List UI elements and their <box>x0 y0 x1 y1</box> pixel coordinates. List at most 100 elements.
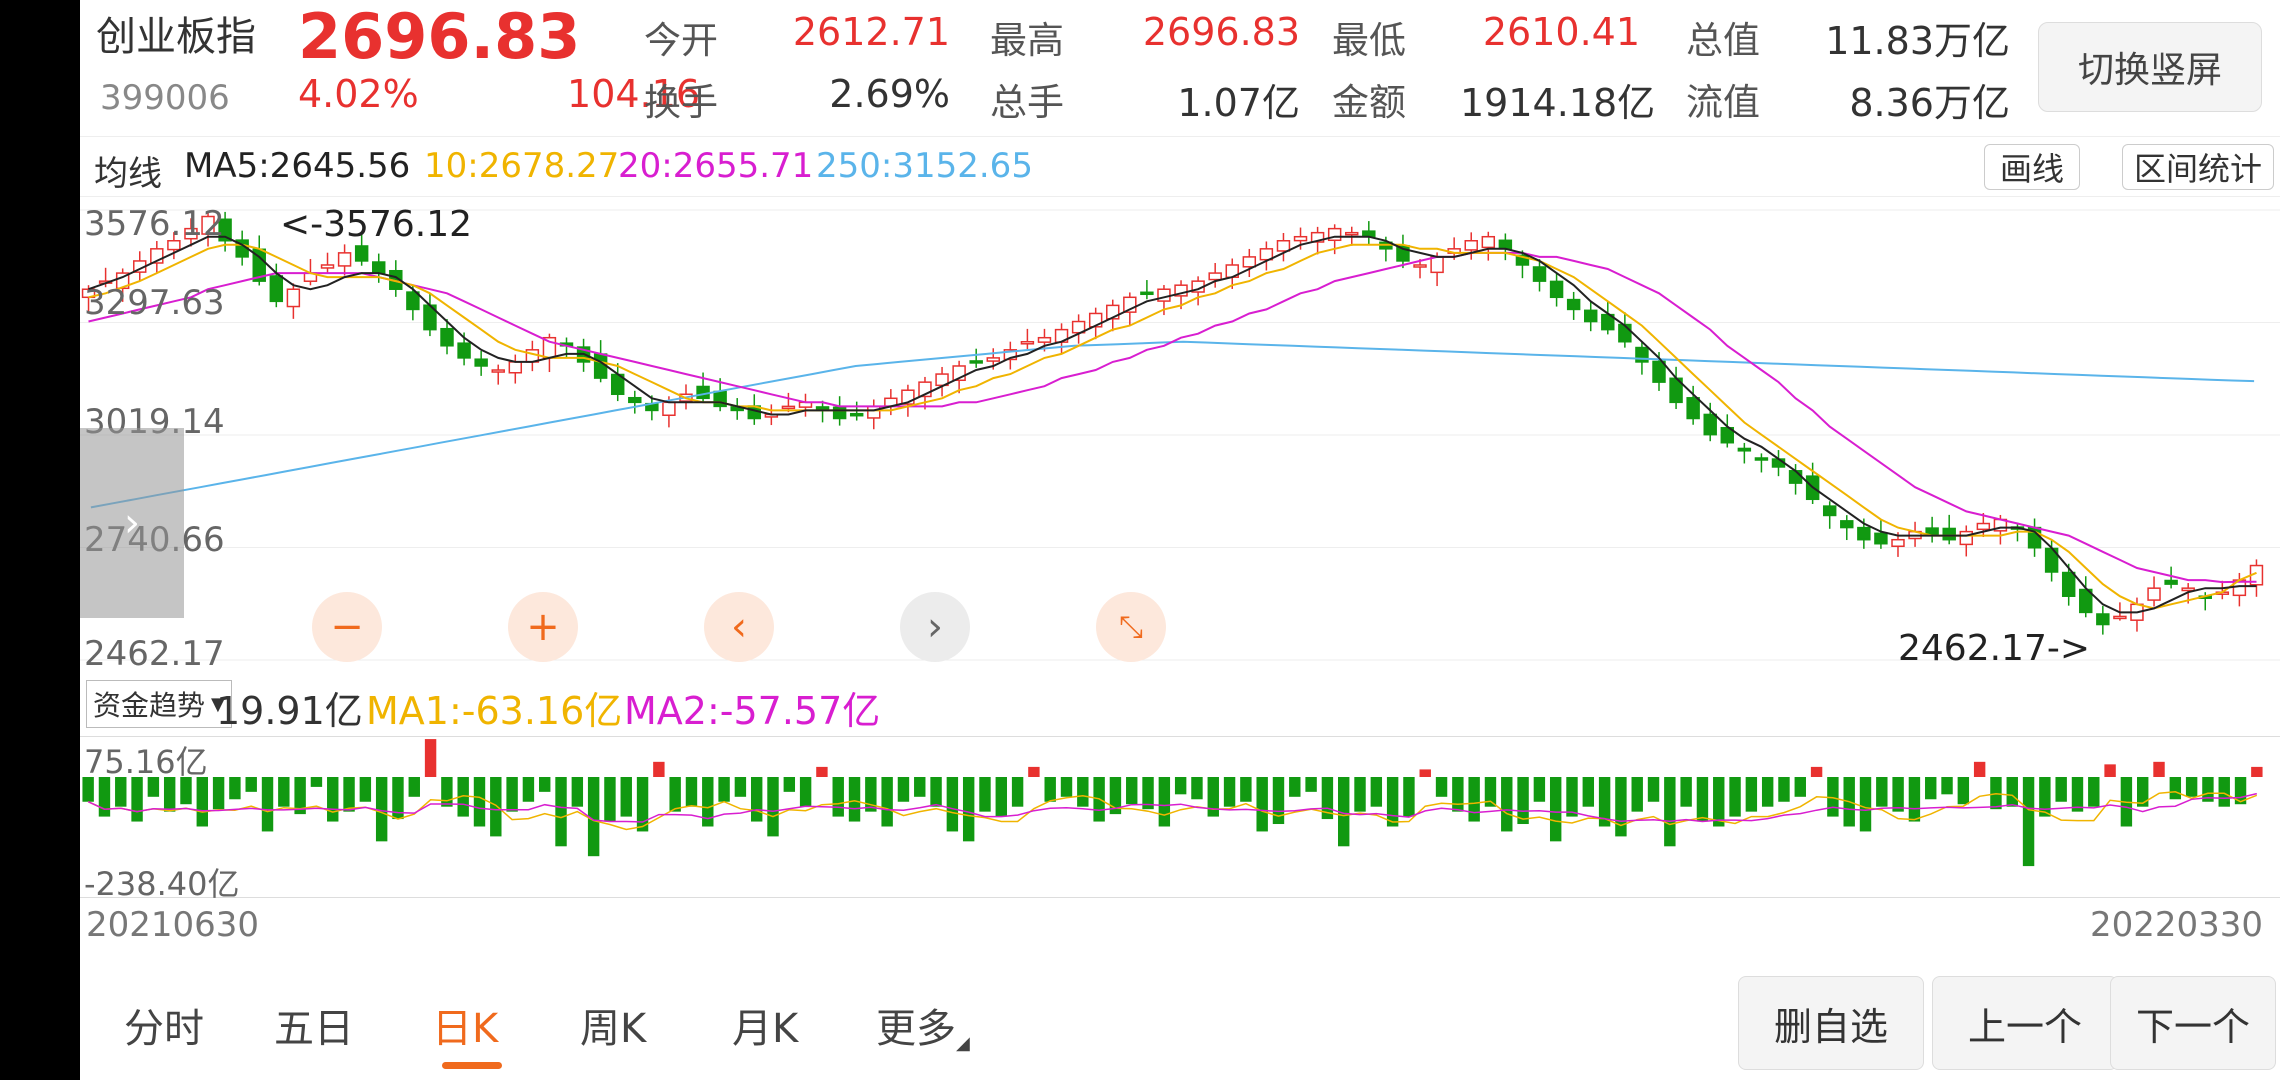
low-label: 最低 <box>1332 19 1406 62</box>
flow-bar <box>1582 777 1595 807</box>
float-cap-value: 8.36万亿 <box>1849 81 2010 125</box>
float-cap-label: 流值 <box>1686 81 1760 124</box>
left-black-bar <box>0 0 80 1080</box>
flow-bar <box>1223 777 1236 807</box>
flow-bar <box>408 777 420 797</box>
flow-bar <box>962 777 975 842</box>
candle-body <box>406 291 420 311</box>
candle-body <box>1891 538 1905 548</box>
flow-bar <box>327 777 339 822</box>
capital-flow-chart[interactable]: 75.16亿 -238.40亿 <box>80 736 2280 903</box>
zoom-out-button[interactable]: − <box>312 592 382 662</box>
candle-body <box>969 360 983 364</box>
flow-bar <box>2218 777 2230 807</box>
y-tick-label: 3576.12 <box>84 204 225 244</box>
flow-bar <box>343 777 355 812</box>
flow-bar <box>1761 777 1774 807</box>
tab-daily-k[interactable]: 日K <box>432 996 498 1054</box>
flow-bar <box>930 777 942 807</box>
flow-bar <box>245 777 257 792</box>
candle-body <box>1020 340 1035 345</box>
candle-body <box>2164 579 2178 585</box>
flow-bar <box>653 761 665 777</box>
flow-bar <box>229 777 241 800</box>
stock-app: 创业板指 399006 2696.83 4.02% 104.16 今开 2612… <box>80 0 2280 1080</box>
plus-icon: + <box>526 604 560 650</box>
scroll-right-button[interactable]: › <box>900 592 970 662</box>
low-value: 2610.41 <box>1482 10 1640 54</box>
turnover-label: 换手 <box>644 81 718 124</box>
start-date: 20210630 <box>86 905 260 945</box>
range-stats-button[interactable]: 区间统计 <box>2122 144 2274 190</box>
total-cap-value: 11.83万亿 <box>1825 19 2010 63</box>
tab-more[interactable]: 更多◢ <box>876 996 970 1054</box>
candle-body <box>372 261 386 274</box>
candle-body <box>1464 240 1478 251</box>
flow-bar <box>2022 777 2035 867</box>
candle-body <box>628 396 642 404</box>
chevron-left-icon: ‹ <box>731 604 747 650</box>
candle-body <box>1430 256 1444 274</box>
indicator-dropdown[interactable]: 资金趋势 ▼ <box>86 680 232 728</box>
switch-portrait-button[interactable]: 切换竖屏 <box>2038 22 2262 112</box>
kline-chart[interactable]: 3576.12 3297.63 3019.14 2740.66 2462.17 … <box>80 198 2280 674</box>
candle-body <box>337 252 352 267</box>
flow-bar <box>1533 777 1546 802</box>
flow-bar <box>685 777 698 807</box>
flow-value: 19.91亿 <box>216 689 363 733</box>
flow-bar <box>1957 777 1970 805</box>
flow-bar <box>555 777 567 847</box>
flow-ma1: MA1:-63.16亿 <box>366 689 623 733</box>
open-value: 2612.71 <box>792 10 950 54</box>
scroll-left-button[interactable]: ‹ <box>704 592 774 662</box>
change-percent: 4.02% <box>298 72 419 116</box>
flow-bar <box>881 777 893 827</box>
candle-body <box>1242 256 1257 268</box>
flow-bar <box>2088 777 2100 807</box>
chevron-right-icon: › <box>927 604 943 650</box>
capital-flow-svg <box>82 739 2263 867</box>
tab-weekly-k[interactable]: 周K <box>580 996 646 1054</box>
candle-body <box>1276 240 1291 252</box>
candle-body <box>849 412 864 417</box>
draw-line-button[interactable]: 画线 <box>1984 144 2080 190</box>
ma250-line <box>90 340 2255 509</box>
tab-intraday[interactable]: 分时 <box>124 996 204 1054</box>
candle-body <box>2181 587 2195 592</box>
corner-caret-icon: ◢ <box>956 1033 970 1054</box>
candle-body <box>696 385 710 400</box>
previous-button[interactable]: 上一个 <box>1932 976 2118 1070</box>
candle-body <box>1652 360 1666 383</box>
flow-bar <box>2039 777 2051 817</box>
reset-zoom-button[interactable]: ⤡ <box>1096 592 1166 662</box>
flow-bar <box>750 777 763 822</box>
high-label: 最高 <box>990 19 1064 62</box>
tab-monthly-k[interactable]: 月K <box>732 996 798 1054</box>
flow-bar <box>1859 777 1872 832</box>
candle-body <box>2061 571 2076 597</box>
volume-label: 总手 <box>990 81 1064 124</box>
flow-bar <box>1827 777 1839 817</box>
flow-bar <box>1158 777 1171 827</box>
flow-bar <box>1647 777 1660 802</box>
flow-bar <box>946 777 959 832</box>
flow-bar <box>1403 777 1415 817</box>
remove-watchlist-button[interactable]: 删自选 <box>1738 976 1924 1070</box>
drawer-handle[interactable]: › <box>80 428 184 618</box>
next-button[interactable]: 下一个 <box>2110 976 2276 1070</box>
zoom-in-button[interactable]: + <box>508 592 578 662</box>
chevron-right-icon: › <box>124 500 140 546</box>
y-tick-label: 3297.63 <box>84 283 225 323</box>
tab-five-day[interactable]: 五日 <box>274 996 354 1054</box>
candle-body <box>1840 520 1854 529</box>
quote-header: 创业板指 399006 2696.83 4.02% 104.16 今开 2612… <box>80 0 2280 137</box>
candle-body <box>491 369 505 373</box>
candle-body <box>508 361 523 374</box>
flow-bar <box>2185 777 2198 797</box>
flow-bar <box>539 777 551 792</box>
flow-bar <box>1289 777 1301 797</box>
flow-bar <box>832 777 844 817</box>
flow-bar <box>1028 766 1040 777</box>
flow-bar <box>799 777 812 807</box>
flow-top-label: 75.16亿 <box>84 743 208 781</box>
